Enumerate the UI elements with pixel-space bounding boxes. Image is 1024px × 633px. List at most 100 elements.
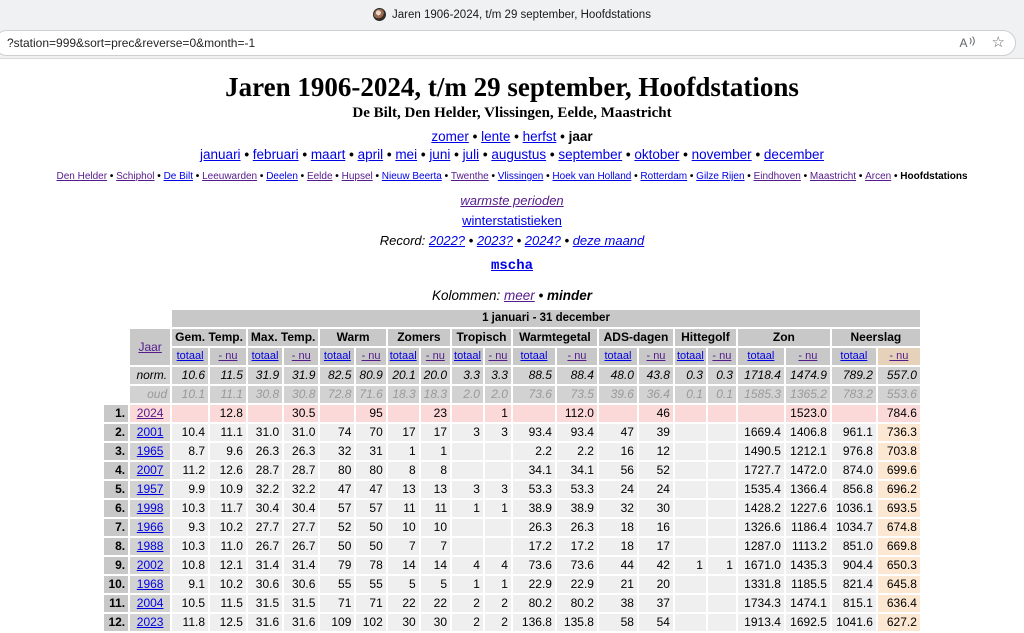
record-link-2023[interactable]: 2023? bbox=[477, 233, 513, 248]
year-cell: 1998 bbox=[130, 500, 170, 517]
station-link-de-bilt[interactable]: De Bilt bbox=[164, 171, 193, 182]
year-link-2023[interactable]: 2023 bbox=[137, 615, 164, 629]
kolommen-link-meer[interactable]: meer bbox=[504, 288, 535, 303]
sub-header-totaal-gem-temp: totaal bbox=[172, 348, 208, 365]
station-link-maastricht[interactable]: Maastricht bbox=[810, 171, 856, 182]
url-text[interactable]: ?station=999&sort=prec&reverse=0&month=-… bbox=[7, 36, 960, 50]
record-link-2022[interactable]: 2022? bbox=[429, 233, 465, 248]
station-link-hoek-van-holland[interactable]: Hoek van Holland bbox=[552, 171, 631, 182]
station-link-deelen[interactable]: Deelen bbox=[266, 171, 298, 182]
station-link-arcen[interactable]: Arcen bbox=[865, 171, 891, 182]
value-cell: 26.3 bbox=[513, 519, 555, 536]
value-cell bbox=[452, 405, 483, 422]
month-link-juli[interactable]: juli bbox=[463, 147, 480, 162]
year-link-2004[interactable]: 2004 bbox=[137, 596, 164, 610]
month-link-september[interactable]: september bbox=[558, 147, 622, 162]
season-link-zomer[interactable]: zomer bbox=[431, 129, 469, 144]
value-cell: 135.8 bbox=[557, 614, 597, 631]
record-link-deze-maand[interactable]: deze maand bbox=[573, 233, 645, 248]
sort-totaal-gem-temp-link[interactable]: totaal bbox=[177, 350, 204, 362]
value-cell: 26.3 bbox=[248, 443, 282, 460]
sort-nu-ads-dagen-link[interactable]: - nu bbox=[646, 350, 665, 362]
bullet-separator: • bbox=[155, 171, 164, 182]
value-cell: 26.7 bbox=[284, 538, 318, 555]
sort-nu-hittegolf-link[interactable]: - nu bbox=[712, 350, 731, 362]
value-cell: 1041.6 bbox=[832, 614, 876, 631]
favorites-star-icon[interactable]: ☆ bbox=[992, 35, 1005, 50]
sort-totaal-zomers-link[interactable]: totaal bbox=[390, 350, 417, 362]
sort-totaal-hittegolf-link[interactable]: totaal bbox=[677, 350, 704, 362]
sort-totaal-tropisch-link[interactable]: totaal bbox=[454, 350, 481, 362]
sort-nu-zomers-link[interactable]: - nu bbox=[426, 350, 445, 362]
value-cell: 784.6 bbox=[878, 405, 920, 422]
value-cell: 53.3 bbox=[557, 481, 597, 498]
month-link-maart[interactable]: maart bbox=[311, 147, 346, 162]
sort-nu-gem-temp-link[interactable]: - nu bbox=[218, 350, 237, 362]
year-link-1988[interactable]: 1988 bbox=[137, 539, 164, 553]
station-link-eelde[interactable]: Eelde bbox=[307, 171, 333, 182]
month-link-augustus[interactable]: augustus bbox=[491, 147, 546, 162]
month-link-mei[interactable]: mei bbox=[395, 147, 417, 162]
station-link-gilze-rijen[interactable]: Gilze Rijen bbox=[696, 171, 744, 182]
sort-nu-zon-link[interactable]: - nu bbox=[798, 350, 817, 362]
month-link-januari[interactable]: januari bbox=[200, 147, 241, 162]
sort-totaal-warm-link[interactable]: totaal bbox=[324, 350, 351, 362]
year-link-1957[interactable]: 1957 bbox=[137, 482, 164, 496]
year-link-1968[interactable]: 1968 bbox=[137, 577, 164, 591]
station-link-leeuwarden[interactable]: Leeuwarden bbox=[202, 171, 257, 182]
warmste-perioden-link[interactable]: warmste perioden bbox=[460, 193, 563, 208]
station-link-schiphol[interactable]: Schiphol bbox=[116, 171, 154, 182]
sort-by-jaar-link[interactable]: Jaar bbox=[138, 340, 161, 354]
value-cell: 8 bbox=[421, 462, 450, 479]
month-link-februari[interactable]: februari bbox=[253, 147, 299, 162]
year-link-1965[interactable]: 1965 bbox=[137, 444, 164, 458]
station-link-twenthe[interactable]: Twenthe bbox=[451, 171, 489, 182]
sub-header-totaal-zon: totaal bbox=[738, 348, 784, 365]
value-cell: 14 bbox=[388, 557, 419, 574]
sort-totaal-zon-link[interactable]: totaal bbox=[747, 350, 774, 362]
winterstatistieken-link[interactable]: winterstatistieken bbox=[462, 213, 562, 228]
mscha-link[interactable]: mscha bbox=[491, 258, 533, 274]
sort-nu-max-temp-link[interactable]: - nu bbox=[292, 350, 311, 362]
record-link-2024[interactable]: 2024? bbox=[525, 233, 561, 248]
kolommen-links: meer • minder bbox=[504, 288, 592, 303]
sort-nu-tropisch-link[interactable]: - nu bbox=[488, 350, 507, 362]
sort-totaal-max-temp-link[interactable]: totaal bbox=[252, 350, 279, 362]
sort-nu-warm-link[interactable]: - nu bbox=[362, 350, 381, 362]
sort-totaal-ads-dagen-link[interactable]: totaal bbox=[604, 350, 631, 362]
value-cell: 80 bbox=[356, 462, 385, 479]
sort-nu-warmtegetal-link[interactable]: - nu bbox=[567, 350, 586, 362]
station-link-den-helder[interactable]: Den Helder bbox=[56, 171, 107, 182]
month-link-november[interactable]: november bbox=[692, 147, 752, 162]
value-cell: 1406.8 bbox=[786, 424, 830, 441]
sort-totaal-warmtegetal-link[interactable]: totaal bbox=[520, 350, 547, 362]
month-link-december[interactable]: december bbox=[764, 147, 824, 162]
month-link-oktober[interactable]: oktober bbox=[634, 147, 679, 162]
month-link-juni[interactable]: juni bbox=[429, 147, 450, 162]
read-aloud-icon[interactable]: A bbox=[960, 36, 976, 50]
value-cell: 80.2 bbox=[557, 595, 597, 612]
value-cell: 736.3 bbox=[878, 424, 920, 441]
sort-totaal-neerslag-link[interactable]: totaal bbox=[840, 350, 867, 362]
year-link-2007[interactable]: 2007 bbox=[137, 463, 164, 477]
year-link-2024[interactable]: 2024 bbox=[137, 406, 164, 420]
season-link-lente[interactable]: lente bbox=[481, 129, 510, 144]
station-link-nieuw-beerta[interactable]: Nieuw Beerta bbox=[382, 171, 442, 182]
year-link-2001[interactable]: 2001 bbox=[137, 425, 164, 439]
reference-value-cell: 553.6 bbox=[878, 386, 920, 403]
sub-header-nu-zon: - nu bbox=[786, 348, 830, 365]
year-link-1998[interactable]: 1998 bbox=[137, 501, 164, 515]
station-link-eindhoven[interactable]: Eindhoven bbox=[754, 171, 801, 182]
sort-nu-neerslag-link[interactable]: - nu bbox=[889, 350, 908, 362]
address-bar[interactable]: ?station=999&sort=prec&reverse=0&month=-… bbox=[0, 30, 1016, 56]
year-link-2002[interactable]: 2002 bbox=[137, 558, 164, 572]
month-link-april[interactable]: april bbox=[358, 147, 384, 162]
column-group-hittegolf: Hittegolf bbox=[675, 329, 736, 346]
station-link-hupsel[interactable]: Hupsel bbox=[342, 171, 373, 182]
reference-value-cell: 0.1 bbox=[708, 386, 736, 403]
station-link-vlissingen[interactable]: Vlissingen bbox=[498, 171, 544, 182]
year-link-1966[interactable]: 1966 bbox=[137, 520, 164, 534]
station-link-rotterdam[interactable]: Rotterdam bbox=[640, 171, 687, 182]
value-cell: 30.4 bbox=[284, 500, 318, 517]
season-link-herfst[interactable]: herfst bbox=[523, 129, 557, 144]
